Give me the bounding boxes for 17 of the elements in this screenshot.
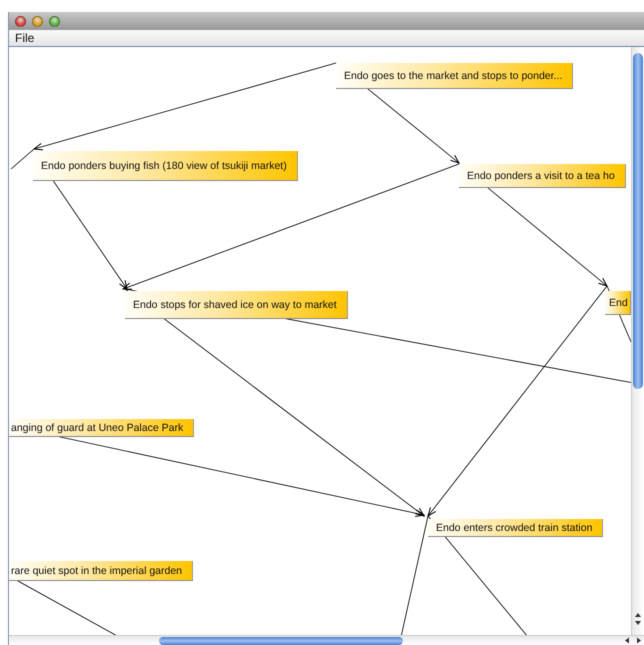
scroll-thumb[interactable] (159, 637, 403, 645)
story-node[interactable]: Endo goes to the market and stops to ponder... (336, 63, 574, 89)
story-node[interactable]: Endo ponders buying fish (180 view of tsukiji market) (33, 151, 298, 181)
vertical-scrollbar[interactable] (631, 47, 644, 635)
minimize-button[interactable] (32, 16, 43, 26)
menu-item[interactable]: File (15, 31, 34, 45)
close-button[interactable] (15, 16, 26, 26)
story-node[interactable]: End (605, 291, 631, 315)
story-node[interactable]: Endo ponders a visit to a tea ho (459, 164, 626, 188)
scroll-thumb[interactable] (633, 53, 644, 389)
story-node[interactable]: Endo enters crowded train station (428, 519, 604, 537)
horizontal-scrollbar[interactable] (9, 635, 644, 645)
story-node[interactable]: rare quiet spot in the imperial garden (9, 561, 194, 581)
zoom-button[interactable] (49, 16, 60, 26)
connector-line (10, 148, 34, 170)
story-node[interactable]: anging of guard at Uneo Palace Park (9, 419, 194, 437)
story-node[interactable]: Endo stops for shaved ice on way to market (125, 291, 348, 319)
